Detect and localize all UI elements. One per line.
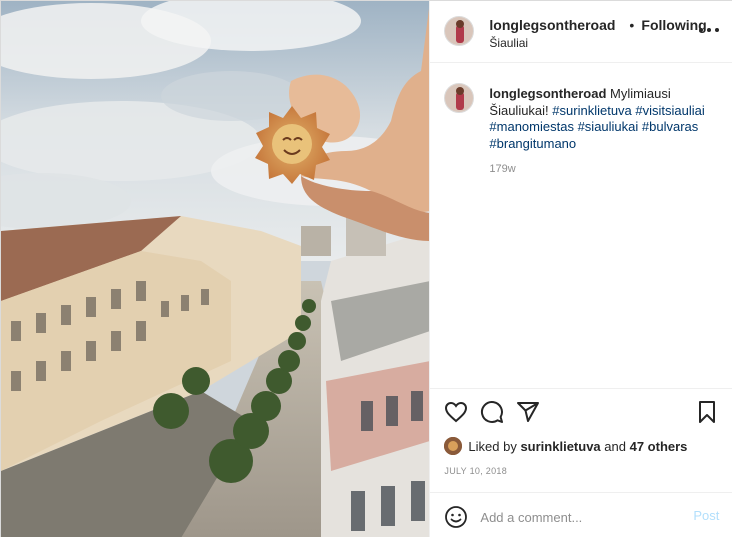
avatar[interactable] [444, 83, 475, 113]
comment-input[interactable] [480, 507, 681, 527]
instagram-post: longlegsontheroad • Following Šiauliai l… [0, 0, 732, 537]
comment-bar: Post [430, 492, 732, 537]
location-link[interactable]: Šiauliai [489, 36, 528, 50]
more-options-icon[interactable] [699, 23, 720, 37]
comment-icon[interactable] [480, 400, 504, 424]
hashtag-link[interactable]: #siauliukai [578, 119, 639, 134]
street-view-image [1, 1, 430, 537]
hashtag-link[interactable]: #brangitumano [489, 136, 576, 151]
post-date[interactable]: JULY 10, 2018 [444, 466, 507, 476]
post-photo[interactable] [1, 1, 430, 537]
liked-by-prefix: Liked by [468, 438, 517, 454]
caption-text: longlegsontheroad Mylimiausi Šiauliukai!… [489, 86, 709, 152]
share-icon[interactable] [516, 400, 540, 424]
bookmark-icon[interactable] [695, 400, 719, 424]
caption-section: longlegsontheroad Mylimiausi Šiauliukai!… [430, 63, 732, 388]
liker-avatar[interactable] [444, 437, 463, 455]
heart-icon[interactable] [444, 400, 468, 424]
post-side-panel: longlegsontheroad • Following Šiauliai l… [429, 1, 732, 537]
post-header: longlegsontheroad • Following Šiauliai [430, 1, 732, 63]
emoji-icon[interactable] [444, 505, 468, 529]
header-username[interactable]: longlegsontheroad [489, 17, 615, 33]
hashtag-link[interactable]: #visitsiauliai [635, 103, 704, 118]
caption-age[interactable]: 179w [489, 163, 515, 175]
liker-username[interactable]: surinklietuva [520, 439, 600, 454]
action-section: Liked by surinklietuva and 47 others JUL… [430, 388, 732, 537]
hashtag-link[interactable]: #surinklietuva [552, 103, 632, 118]
post-comment-button[interactable]: Post [693, 508, 719, 523]
following-button[interactable]: Following [641, 17, 706, 33]
hashtag-link[interactable]: #bulvaras [642, 119, 698, 134]
others-count-link[interactable]: 47 others [630, 439, 688, 454]
avatar[interactable] [444, 16, 475, 46]
caption-username[interactable]: longlegsontheroad [489, 86, 606, 101]
likes-summary: Liked by surinklietuva and 47 others [444, 437, 687, 455]
liked-by-joiner: and [604, 438, 626, 454]
separator-dot: • [629, 17, 635, 33]
hashtag-link[interactable]: #manomiestas [489, 119, 574, 134]
